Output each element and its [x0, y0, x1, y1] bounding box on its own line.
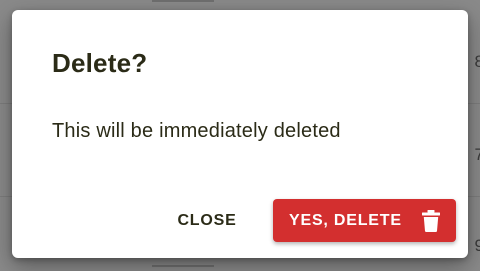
dialog-message: This will be immediately deleted	[52, 120, 341, 142]
close-button[interactable]: CLOSE	[167, 200, 247, 242]
background-row-value: 8	[474, 52, 480, 71]
background-row-value: 9	[474, 236, 480, 255]
background-tab-indicator	[152, 0, 214, 2]
background-tab-indicator	[152, 265, 214, 267]
trash-icon	[422, 210, 440, 232]
confirm-delete-button[interactable]: YES, DELETE	[273, 199, 456, 242]
confirm-delete-label: YES, DELETE	[289, 211, 402, 229]
background-row-value: 7	[474, 145, 480, 164]
dialog-title: Delete?	[52, 48, 148, 78]
delete-confirmation-dialog: Delete? This will be immediately deleted…	[12, 10, 468, 258]
